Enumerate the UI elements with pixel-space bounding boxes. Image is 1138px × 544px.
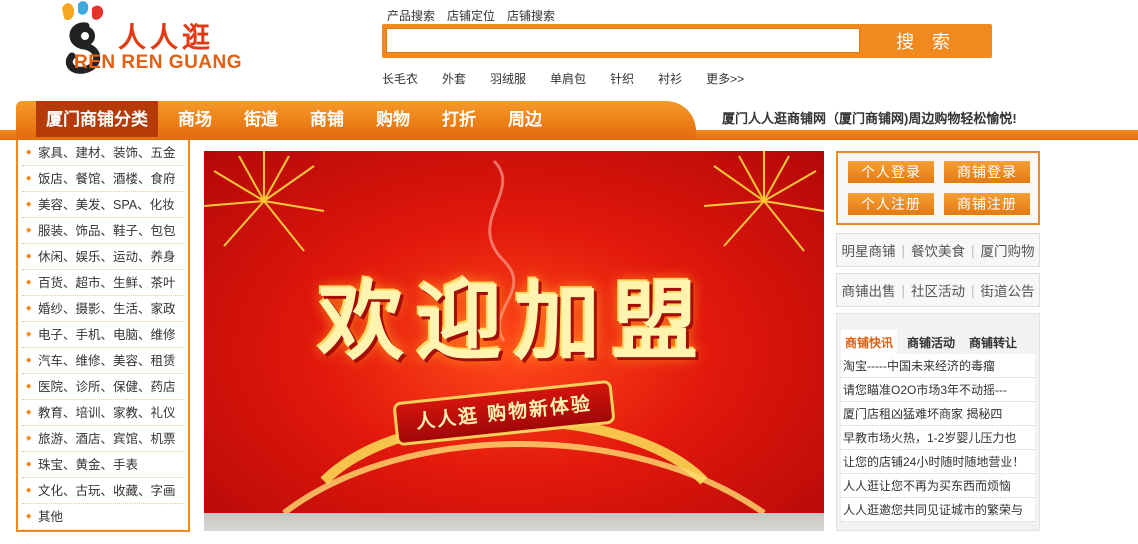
- hot-word-link[interactable]: 羽绒服: [490, 70, 526, 87]
- nav-item-malls[interactable]: 商场: [162, 101, 228, 137]
- logo-chinese-text: 人人逛: [118, 21, 215, 54]
- community-events-link[interactable]: 社区活动: [911, 280, 965, 300]
- separator: |: [971, 242, 975, 258]
- nav-item-shops[interactable]: 商铺: [294, 101, 360, 137]
- banner-title: 欢迎加盟: [318, 271, 710, 372]
- news-item[interactable]: 人人逛让您不再为买东西而烦恼: [841, 474, 1035, 498]
- tab-product-search[interactable]: 产品搜索: [387, 7, 435, 24]
- nav-item-nearby[interactable]: 周边: [492, 101, 558, 137]
- quick-links-row-1: 明星商铺 | 餐饮美食 | 厦门购物: [836, 233, 1040, 267]
- hot-word-link[interactable]: 衬衫: [658, 70, 682, 87]
- tab-shop-locate[interactable]: 店铺定位: [447, 7, 495, 24]
- category-item[interactable]: 服装、饰品、鞋子、包包: [22, 218, 184, 244]
- category-item[interactable]: 文化、古玩、收藏、字画: [22, 478, 184, 504]
- quick-links-row-2: 商铺出售 | 社区活动 | 街道公告: [836, 273, 1040, 307]
- star-shops-link[interactable]: 明星商铺: [841, 240, 895, 260]
- category-item[interactable]: 汽车、维修、美容、租赁: [22, 348, 184, 374]
- nav-item-shopping[interactable]: 购物: [360, 101, 426, 137]
- nav-item-discounts[interactable]: 打折: [426, 101, 492, 137]
- personal-register-button[interactable]: 个人注册: [848, 193, 934, 215]
- category-item[interactable]: 珠宝、黄金、手表: [22, 452, 184, 478]
- news-item[interactable]: 早教市场火热，1-2岁婴儿压力也: [841, 426, 1035, 450]
- hero-banner[interactable]: 欢迎加盟 人人逛 购物新体验: [204, 151, 824, 513]
- category-item[interactable]: 教育、培训、家教、礼仪: [22, 400, 184, 426]
- separator: |: [901, 282, 905, 298]
- news-item[interactable]: 厦门店租凶猛难坏商家 揭秘四: [841, 402, 1035, 426]
- more-keywords-link[interactable]: 更多>>: [706, 70, 744, 87]
- street-notices-link[interactable]: 街道公告: [981, 280, 1035, 300]
- category-item[interactable]: 家具、建材、装饰、五金: [22, 140, 184, 166]
- main-nav: 厦门商铺分类 商场 街道 商铺 购物 打折 周边: [16, 101, 696, 137]
- xiamen-shopping-link[interactable]: 厦门购物: [981, 240, 1035, 260]
- tab-shop-news[interactable]: 商铺快讯: [841, 330, 898, 354]
- separator: |: [901, 242, 905, 258]
- personal-login-button[interactable]: 个人登录: [848, 161, 934, 183]
- news-item[interactable]: 人人逛邀您共同见证城市的繁荣与: [841, 498, 1035, 522]
- search-button[interactable]: 搜 索: [864, 28, 988, 53]
- category-item[interactable]: 休闲、娱乐、运动、养身: [22, 244, 184, 270]
- category-list: 家具、建材、装饰、五金 饭店、餐馆、酒楼、食府 美容、美发、SPA、化妆 服装、…: [16, 140, 190, 532]
- category-item[interactable]: 其他: [22, 504, 184, 530]
- shop-login-button[interactable]: 商铺登录: [944, 161, 1030, 183]
- dining-link[interactable]: 餐饮美食: [911, 240, 965, 260]
- category-item[interactable]: 电子、手机、电脑、维修: [22, 322, 184, 348]
- tab-shop-transfer[interactable]: 商铺转让: [965, 330, 1021, 354]
- news-item[interactable]: 让您的店铺24小时随时随地营业！: [841, 450, 1035, 474]
- search-type-tabs: 产品搜索 店铺定位 店铺搜索: [387, 7, 555, 24]
- site-logo[interactable]: 人人逛 REN REN GUANG: [56, 0, 256, 80]
- category-item[interactable]: 医院、诊所、保健、药店: [22, 374, 184, 400]
- logo-english-text: REN REN GUANG: [74, 52, 243, 73]
- news-list: 淘宝-----中国未来经济的毒瘤 请您瞄准O2O市场3年不动摇--- 厦门店租凶…: [841, 354, 1035, 522]
- news-tabs: 商铺快讯 商铺活动 商铺转让: [841, 330, 1027, 354]
- nav-item-categories[interactable]: 厦门商铺分类: [36, 101, 158, 137]
- category-item[interactable]: 饭店、餐馆、酒楼、食府: [22, 166, 184, 192]
- tab-shop-events[interactable]: 商铺活动: [903, 330, 959, 354]
- news-item[interactable]: 请您瞄准O2O市场3年不动摇---: [841, 378, 1035, 402]
- shop-register-button[interactable]: 商铺注册: [944, 193, 1030, 215]
- hot-word-link[interactable]: 长毛衣: [382, 70, 418, 87]
- hot-word-link[interactable]: 单肩包: [550, 70, 586, 87]
- news-panel: 商铺快讯 商铺活动 商铺转让 淘宝-----中国未来经济的毒瘤 请您瞄准O2O市…: [836, 313, 1040, 531]
- search-input[interactable]: [386, 28, 860, 53]
- tab-shop-search[interactable]: 店铺搜索: [507, 7, 555, 24]
- category-item[interactable]: 婚纱、摄影、生活、家政: [22, 296, 184, 322]
- hot-word-link[interactable]: 外套: [442, 70, 466, 87]
- site-slogan: 厦门人人逛商铺网（厦门商铺网)周边购物轻松愉悦!: [722, 111, 1017, 126]
- category-item[interactable]: 旅游、酒店、宾馆、机票: [22, 426, 184, 452]
- category-item[interactable]: 百货、超市、生鲜、茶叶: [22, 270, 184, 296]
- news-item[interactable]: 淘宝-----中国未来经济的毒瘤: [841, 354, 1035, 378]
- category-item[interactable]: 美容、美发、SPA、化妆: [22, 192, 184, 218]
- login-panel: 个人登录 商铺登录 个人注册 商铺注册: [836, 151, 1040, 225]
- separator: |: [971, 282, 975, 298]
- hot-word-link[interactable]: 针织: [610, 70, 634, 87]
- nav-item-streets[interactable]: 街道: [228, 101, 294, 137]
- shop-sale-link[interactable]: 商铺出售: [841, 280, 895, 300]
- hot-keywords: 长毛衣 外套 羽绒服 单肩包 针织 衬衫 更多>>: [382, 70, 768, 87]
- search-bar: 搜 索: [382, 24, 992, 58]
- banner-footer-strip: [204, 513, 824, 531]
